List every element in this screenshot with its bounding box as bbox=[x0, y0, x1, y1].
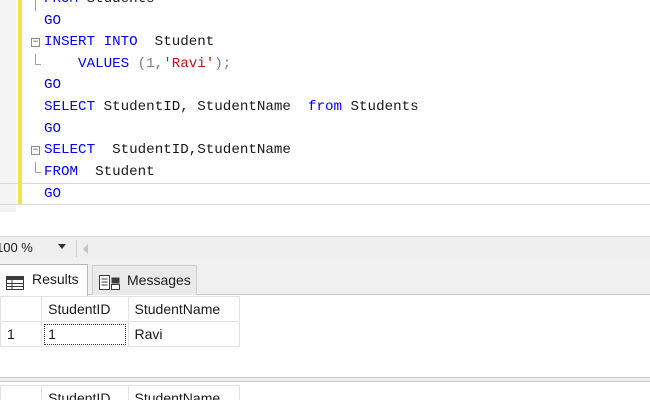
code-token: SELECT bbox=[44, 142, 96, 159]
grid-header-row: StudentID StudentName bbox=[0, 296, 241, 322]
results-tab-strip: Results Messages bbox=[0, 260, 650, 296]
fold-guide bbox=[35, 0, 36, 11]
code-token: GO bbox=[44, 77, 62, 94]
code-text: GO bbox=[44, 75, 61, 97]
code-token: Student bbox=[78, 163, 155, 180]
row-number[interactable]: 1 bbox=[0, 321, 43, 347]
table-row[interactable]: 1 1 Ravi bbox=[0, 321, 241, 347]
code-token: StudentID,StudentName bbox=[95, 142, 291, 159]
grid-icon bbox=[6, 272, 24, 298]
code-line[interactable]: FROM Students bbox=[0, 0, 650, 11]
code-text: FROM Students bbox=[44, 0, 155, 11]
grid-splitter[interactable] bbox=[0, 377, 650, 382]
row-number-header[interactable] bbox=[0, 296, 43, 322]
code-text: GO bbox=[44, 184, 61, 206]
code-text: INSERT INTO Student bbox=[44, 32, 214, 54]
cell-studentname[interactable]: Ravi bbox=[127, 321, 241, 347]
code-token: (1, bbox=[129, 55, 164, 72]
code-token: Students bbox=[342, 98, 419, 115]
zoom-bar: 100 % bbox=[0, 236, 650, 260]
code-token: FROM bbox=[44, 0, 78, 7]
column-header-studentid[interactable]: StudentID bbox=[41, 385, 129, 400]
code-text: GO bbox=[44, 11, 61, 33]
code-token: GO bbox=[44, 120, 62, 137]
code-text: SELECT StudentID,StudentName bbox=[44, 140, 291, 162]
code-line[interactable]: GO bbox=[0, 11, 650, 33]
fold-guide-end bbox=[35, 53, 41, 65]
code-token: Students bbox=[78, 0, 155, 7]
code-text: FROM Student bbox=[44, 162, 155, 184]
code-token: VALUES bbox=[44, 55, 130, 72]
code-text: GO bbox=[44, 119, 61, 141]
tab-results-label: Results bbox=[32, 271, 79, 287]
code-token: FROM bbox=[44, 163, 79, 180]
results-pane: Results Messages StudentID StudentName 1… bbox=[0, 260, 650, 400]
row-number-header[interactable] bbox=[0, 385, 43, 400]
query-editor[interactable]: FROM StudentsGO−INSERT INTO Student VALU… bbox=[0, 0, 650, 236]
code-line[interactable]: GO bbox=[0, 119, 650, 141]
collapse-icon[interactable]: − bbox=[31, 146, 40, 156]
code-text: SELECT StudentID, StudentName from Stude… bbox=[44, 97, 419, 119]
zoom-dropdown-icon[interactable] bbox=[58, 244, 66, 249]
code-line[interactable]: GO bbox=[0, 183, 650, 205]
cell-studentid[interactable]: 1 bbox=[41, 321, 129, 347]
code-text: VALUES (1,'Ravi'); bbox=[44, 54, 231, 76]
column-header-studentname[interactable]: StudentName bbox=[127, 296, 241, 322]
tab-messages[interactable]: Messages bbox=[92, 265, 197, 295]
code-token: GO bbox=[44, 186, 62, 203]
code-token: Student bbox=[137, 34, 215, 51]
column-header-studentid[interactable]: StudentID bbox=[41, 296, 129, 322]
code-line[interactable]: GO bbox=[0, 75, 650, 97]
code-area[interactable]: FROM StudentsGO−INSERT INTO Student VALU… bbox=[0, 0, 650, 205]
tab-results[interactable]: Results bbox=[0, 264, 88, 296]
code-line[interactable]: − INSERT INTO Student bbox=[0, 32, 650, 54]
results-grid-2[interactable]: StudentID StudentName bbox=[0, 385, 241, 400]
code-line[interactable]: VALUES (1,'Ravi'); bbox=[0, 53, 650, 76]
code-token: from bbox=[307, 98, 343, 115]
code-token: 'Ravi' bbox=[163, 55, 215, 72]
zoom-level[interactable]: 100 % bbox=[0, 240, 33, 255]
results-grid-1[interactable]: StudentID StudentName 1 1 Ravi bbox=[0, 296, 241, 347]
code-token: GO bbox=[44, 12, 62, 29]
collapse-icon[interactable]: − bbox=[31, 38, 40, 48]
code-line[interactable]: FROM Student bbox=[0, 161, 650, 184]
code-line[interactable]: SELECT StudentID, StudentName from Stude… bbox=[0, 97, 650, 119]
zoom-separator bbox=[76, 240, 77, 257]
editor-bottom-strip bbox=[0, 212, 650, 236]
code-token: ); bbox=[214, 55, 232, 72]
code-token: INSERT INTO bbox=[44, 34, 138, 51]
code-token: SELECT bbox=[44, 98, 96, 115]
code-line[interactable]: − SELECT StudentID,StudentName bbox=[0, 140, 650, 162]
scroll-left-arrow-icon[interactable] bbox=[83, 244, 88, 254]
fold-guide-end bbox=[35, 161, 41, 173]
grid-header-row: StudentID StudentName bbox=[0, 385, 241, 400]
tab-messages-label: Messages bbox=[127, 272, 191, 288]
column-header-studentname[interactable]: StudentName bbox=[127, 385, 241, 400]
code-token: StudentID, StudentName bbox=[95, 98, 308, 115]
